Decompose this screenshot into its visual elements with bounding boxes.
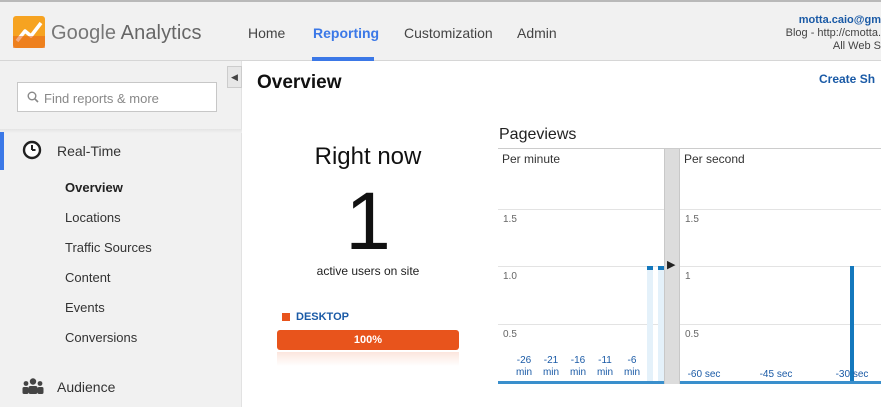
sidebar-subitem-overview[interactable]: Overview [65,180,123,195]
x-axis-line [498,381,664,384]
bar-highlight [657,266,664,381]
sidebar: Real-Time Overview Locations Traffic Sou… [0,61,242,407]
x-tick-label: -16 min [569,355,587,378]
gridline [498,209,664,210]
brand-product: Analytics [120,22,202,44]
sidebar-subitem-conversions[interactable]: Conversions [65,330,137,345]
nav-active-indicator [312,57,374,61]
y-tick-label: 1.0 [503,271,517,283]
sidebar-subitem-content[interactable]: Content [65,270,111,285]
x-tick-label: -26 min [515,355,533,378]
google-analytics-logo-icon[interactable] [13,16,45,48]
active-users-label: active users on site [316,264,420,278]
x-tick-label: -6 min [623,355,641,378]
chevron-right-icon[interactable]: ▶ [667,258,675,271]
sidebar-subitem-traffic-sources[interactable]: Traffic Sources [65,240,152,255]
device-percent-text: 100% [353,334,383,346]
per-minute-title: Per minute [502,152,561,166]
x-tick-label: -45 sec [759,369,793,380]
sidebar-item-realtime-label: Real-Time [57,143,122,159]
y-tick-label: 0.5 [685,328,699,340]
y-tick-label: 1 [685,271,691,283]
brand-name[interactable]: Google Analytics [51,22,202,45]
x-axis-line [680,381,881,384]
clock-icon [22,140,42,160]
sidebar-divider [0,129,242,133]
chart-bar[interactable] [657,266,664,271]
sidebar-subitem-locations[interactable]: Locations [65,210,121,225]
active-section-indicator [0,132,4,170]
brand-google: Google [51,22,117,44]
device-label: DESKTOP [296,311,349,323]
y-tick-label: 0.5 [503,328,517,340]
x-tick-label: -30 sec [835,369,869,380]
sidebar-subitem-events[interactable]: Events [65,300,105,315]
nav-customization[interactable]: Customization [404,25,493,41]
per-second-chart: Per second 1.5 1 0.5 -60 sec -45 sec -30 sec [680,149,881,384]
gridline [680,209,881,210]
sidebar-item-audience-label: Audience [57,379,116,395]
create-shortcut-link[interactable]: Create Sh [819,72,875,86]
sidebar-item-realtime[interactable]: Real-Time [22,139,237,163]
desktop-legend-swatch [282,313,290,321]
y-tick-label: 1.5 [503,214,517,225]
nav-home[interactable]: Home [248,25,285,41]
per-minute-chart: Per minute 1.5 1.0 0.5 -26 min -21 min -16 min -1… [498,149,664,384]
sidebar-item-audience[interactable]: Audience [22,375,237,399]
search-input[interactable] [42,83,216,113]
people-icon [22,378,44,394]
device-bar-reflection [277,352,459,366]
active-users-count: 1 [345,176,391,267]
right-now-panel: Right now 1 active users on site [277,143,459,278]
device-percent-bar: 100% [277,330,459,350]
chart-bar[interactable] [849,266,854,381]
account-info[interactable]: motta.caio@gm Blog - http://cmotta. All … [761,14,881,53]
nav-admin[interactable]: Admin [517,25,557,41]
chevron-left-icon: ◀ [231,72,238,82]
nav-reporting[interactable]: Reporting [313,25,379,41]
account-property: Blog - http://cmotta. [785,27,881,39]
account-view: All Web S [832,40,881,52]
gridline [498,266,664,268]
per-second-title: Per second [684,152,745,166]
bar-highlight [646,266,653,381]
page-title: Overview [257,72,342,93]
right-now-title: Right now [314,143,422,170]
pageviews-title: Pageviews [499,126,577,143]
x-tick-label: -21 min [542,355,560,378]
x-tick-label: -60 sec [687,369,721,380]
account-email[interactable]: motta.caio@gm [761,14,881,27]
y-tick-label: 1.5 [685,214,699,225]
report-search[interactable] [17,82,217,113]
x-tick-label: -11 min [596,355,614,378]
collapse-sidebar-button[interactable]: ◀ [227,66,242,88]
chart-bar[interactable] [646,266,653,271]
gridline [498,323,664,325]
search-icon [27,91,39,103]
top-bar: Google Analytics Home Reporting Customiz… [0,0,881,61]
